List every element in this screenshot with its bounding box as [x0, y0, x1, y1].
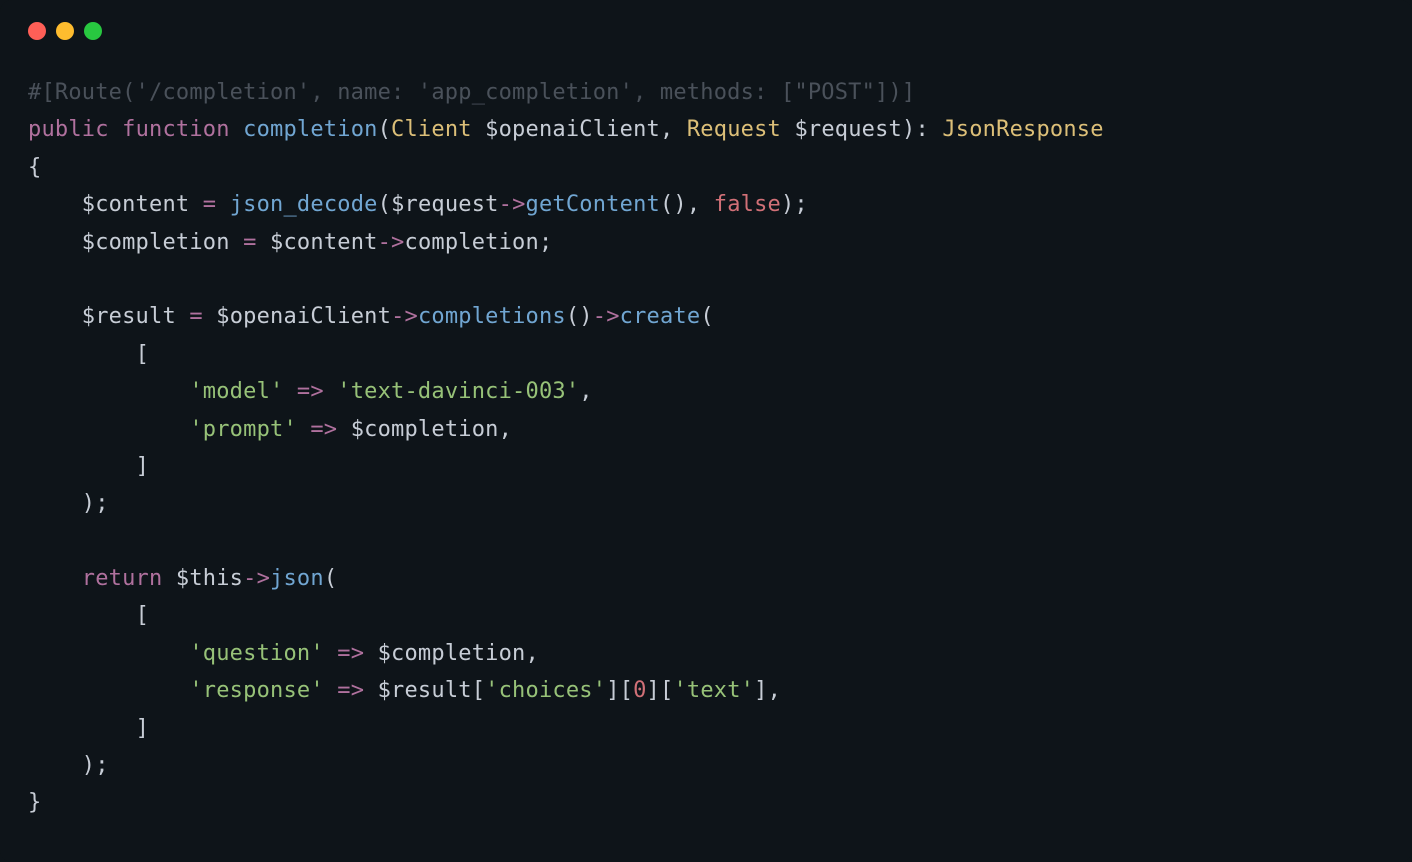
fn-create: create	[620, 304, 701, 329]
type-client: Client	[391, 117, 472, 142]
close-icon[interactable]	[28, 22, 46, 40]
brace-open: {	[28, 155, 41, 180]
array-open: [	[136, 342, 149, 367]
literal-zero: 0	[633, 678, 646, 703]
minimize-icon[interactable]	[56, 22, 74, 40]
call-close-2: );	[82, 753, 109, 778]
fn-get-content: getContent	[526, 192, 660, 217]
keyword-function: function	[122, 117, 230, 142]
key-prompt: 'prompt'	[189, 417, 297, 442]
function-name: completion	[243, 117, 377, 142]
key-response: 'response'	[189, 678, 323, 703]
var-result: $result	[82, 304, 176, 329]
call-close: );	[82, 491, 109, 516]
literal-false: false	[714, 192, 781, 217]
array-open-2: [	[136, 603, 149, 628]
var-openai-client: $openaiClient	[485, 117, 660, 142]
fn-json: json	[270, 566, 324, 591]
window-titlebar	[0, 0, 1412, 46]
code-window: #[Route('/completion', name: 'app_comple…	[0, 0, 1412, 862]
code-block: #[Route('/completion', name: 'app_comple…	[0, 46, 1412, 850]
key-question: 'question'	[189, 641, 323, 666]
val-model: 'text-davinci-003'	[337, 379, 579, 404]
var-request: $request	[794, 117, 902, 142]
maximize-icon[interactable]	[84, 22, 102, 40]
keyword-public: public	[28, 117, 109, 142]
fn-json-decode: json_decode	[230, 192, 378, 217]
var-this: $this	[176, 566, 243, 591]
type-jsonresponse: JsonResponse	[942, 117, 1103, 142]
array-close: ]	[136, 454, 149, 479]
route-attribute: #[Route('/completion', name: 'app_comple…	[28, 80, 915, 105]
keyword-return: return	[82, 566, 163, 591]
brace-close: }	[28, 790, 41, 815]
var-completion: $completion	[82, 230, 230, 255]
prop-completion: completion	[405, 230, 539, 255]
var-content: $content	[82, 192, 190, 217]
fn-completions: completions	[418, 304, 566, 329]
key-model: 'model'	[189, 379, 283, 404]
type-request: Request	[687, 117, 781, 142]
array-close-2: ]	[136, 716, 149, 741]
